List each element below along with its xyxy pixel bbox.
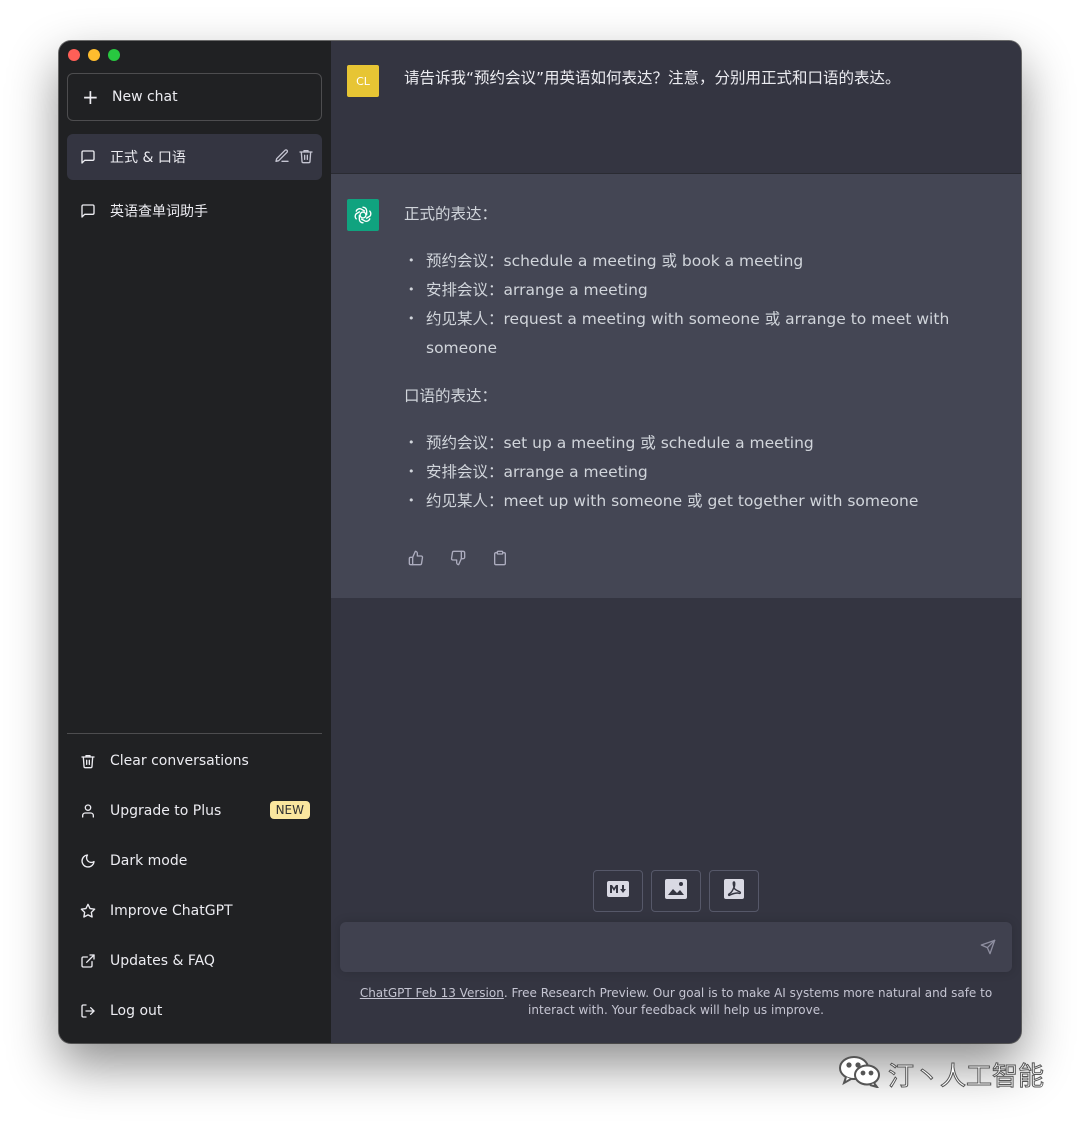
list-item: 约见某人：meet up with someone 或 get together… bbox=[404, 486, 964, 516]
log-out-button[interactable]: Log out bbox=[67, 989, 322, 1033]
footer-text: . Free Research Preview. Our goal is to … bbox=[503, 986, 993, 1017]
spoken-heading: 口语的表达： bbox=[404, 387, 498, 405]
version-link[interactable]: ChatGPT Feb 13 Version bbox=[360, 986, 504, 1000]
updates-label: Updates & FAQ bbox=[110, 953, 215, 969]
new-badge: NEW bbox=[269, 801, 310, 819]
formal-heading: 正式的表达： bbox=[404, 205, 498, 223]
improve-chatgpt-button[interactable]: Improve ChatGPT bbox=[67, 889, 322, 933]
footer-disclaimer: ChatGPT Feb 13 Version. Free Research Pr… bbox=[351, 985, 1001, 1019]
edit-icon[interactable] bbox=[274, 148, 290, 164]
export-image-button[interactable] bbox=[651, 870, 701, 912]
list-item: 安排会议：arrange a meeting bbox=[404, 275, 964, 305]
conversation-actions bbox=[274, 148, 314, 164]
trash-icon bbox=[80, 753, 96, 769]
list-item: 安排会议：arrange a meeting bbox=[404, 457, 964, 487]
maximize-window-button[interactable] bbox=[108, 49, 120, 61]
chat-main: CL 请告诉我“预约会议”用英语如何表达？注意，分别用正式和口语的表达。 正式的… bbox=[331, 41, 1021, 1043]
thumbs-down-icon[interactable] bbox=[450, 550, 466, 566]
dark-mode-toggle[interactable]: Dark mode bbox=[67, 839, 322, 883]
message-input-box bbox=[340, 922, 1012, 972]
app-window: + New chat 正式 & 口语 英语查单词助手 Clear convers… bbox=[59, 41, 1021, 1043]
spoken-list: 预约会议：set up a meeting 或 schedule a meeti… bbox=[404, 428, 964, 516]
chat-bubble-icon bbox=[80, 149, 96, 165]
upgrade-label: Upgrade to Plus bbox=[110, 803, 222, 819]
logout-icon bbox=[80, 1003, 96, 1019]
message-input[interactable] bbox=[352, 934, 952, 960]
updates-faq-link[interactable]: Updates & FAQ bbox=[67, 939, 322, 983]
feedback-actions bbox=[408, 550, 508, 566]
send-icon[interactable] bbox=[980, 939, 996, 955]
watermark-text: 汀丶人工智能 bbox=[887, 1062, 1045, 1093]
conversation-title: 英语查单词助手 bbox=[110, 204, 208, 220]
list-item: 预约会议：schedule a meeting 或 book a meeting bbox=[404, 246, 964, 276]
minimize-window-button[interactable] bbox=[88, 49, 100, 61]
export-toolbar bbox=[593, 870, 759, 912]
new-chat-button[interactable]: + New chat bbox=[67, 73, 322, 121]
clear-conversations-button[interactable]: Clear conversations bbox=[67, 739, 322, 783]
sidebar: + New chat 正式 & 口语 英语查单词助手 Clear convers… bbox=[59, 41, 331, 1043]
thumbs-up-icon[interactable] bbox=[408, 550, 424, 566]
window-controls bbox=[68, 49, 120, 61]
formal-list: 预约会议：schedule a meeting 或 book a meeting… bbox=[404, 246, 964, 363]
assistant-message: 正式的表达： 预约会议：schedule a meeting 或 book a … bbox=[331, 174, 1021, 598]
markdown-export-icon bbox=[607, 881, 629, 901]
new-chat-label: New chat bbox=[112, 89, 178, 105]
clipboard-icon[interactable] bbox=[492, 550, 508, 566]
wechat-icon bbox=[838, 1054, 882, 1095]
conversation-title: 正式 & 口语 bbox=[110, 150, 186, 166]
star-icon bbox=[80, 903, 96, 919]
conversation-item-active[interactable]: 正式 & 口语 bbox=[67, 134, 322, 180]
chat-bubble-icon bbox=[80, 203, 96, 219]
pdf-export-icon bbox=[724, 879, 744, 903]
assistant-message-body: 正式的表达： 预约会议：schedule a meeting 或 book a … bbox=[404, 202, 964, 537]
export-pdf-button[interactable] bbox=[709, 870, 759, 912]
list-item: 约见某人：request a meeting with someone 或 ar… bbox=[404, 304, 964, 363]
list-item: 预约会议：set up a meeting 或 schedule a meeti… bbox=[404, 428, 964, 458]
improve-label: Improve ChatGPT bbox=[110, 903, 233, 919]
user-message-text: 请告诉我“预约会议”用英语如何表达？注意，分别用正式和口语的表达。 bbox=[404, 69, 901, 87]
close-window-button[interactable] bbox=[68, 49, 80, 61]
user-avatar: CL bbox=[347, 65, 379, 97]
dark-mode-label: Dark mode bbox=[110, 853, 188, 869]
openai-logo-icon bbox=[347, 199, 379, 231]
external-link-icon bbox=[80, 953, 96, 969]
user-message: CL 请告诉我“预约会议”用英语如何表达？注意，分别用正式和口语的表达。 bbox=[331, 41, 1021, 174]
plus-icon: + bbox=[82, 85, 99, 109]
sidebar-divider bbox=[67, 733, 322, 734]
conversation-item[interactable]: 英语查单词助手 bbox=[67, 188, 322, 234]
log-out-label: Log out bbox=[110, 1003, 163, 1019]
clear-conversations-label: Clear conversations bbox=[110, 753, 249, 769]
user-icon bbox=[80, 803, 96, 819]
image-export-icon bbox=[665, 879, 687, 903]
moon-icon bbox=[80, 853, 96, 869]
export-markdown-button[interactable] bbox=[593, 870, 643, 912]
trash-icon[interactable] bbox=[298, 148, 314, 164]
upgrade-to-plus-button[interactable]: Upgrade to Plus NEW bbox=[67, 789, 322, 833]
watermark: 汀丶人工智能 bbox=[838, 1054, 1045, 1095]
